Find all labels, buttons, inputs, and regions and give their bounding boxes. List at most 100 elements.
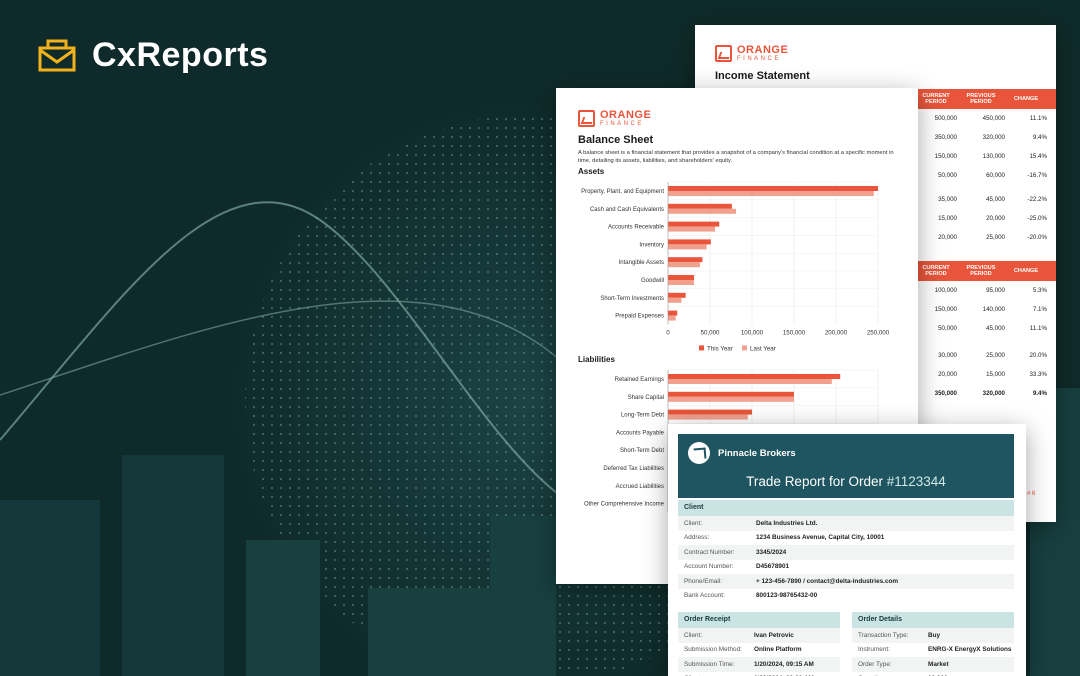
change-value: 9.4%: [1032, 134, 1047, 141]
bar-last-year: [668, 280, 695, 285]
bar-this-year: [668, 186, 878, 191]
detail-row: Transaction Type: Buy: [852, 628, 1014, 643]
income-row: 15,000 20,000 -25.0%: [915, 209, 1056, 228]
total-change: 9.4%: [1032, 390, 1047, 397]
category-label: Intangible Assets: [619, 260, 664, 266]
detail-label: Address:: [684, 534, 710, 542]
detail-value: Online Platform: [754, 646, 802, 654]
bar-this-year: [668, 203, 732, 209]
change-value: 33.3%: [1029, 371, 1047, 378]
income-row: 150,000 130,000 15.4%: [915, 147, 1056, 166]
previous-value: 45,000: [986, 196, 1005, 203]
category-label: Long-Term Debt: [621, 413, 664, 419]
detail-value: Delta Industries Ltd.: [756, 519, 818, 527]
detail-label: Transaction Type:: [858, 631, 909, 639]
income-table-1: CURRENT PERIOD PREVIOUS PERIOD CHANGE 50…: [915, 89, 1056, 247]
bar-last-year: [668, 379, 832, 384]
category-label: Inventory: [639, 242, 664, 248]
income-row: 30,000 25,000 20.0%: [915, 346, 1056, 365]
detail-label: Submission Method:: [684, 646, 742, 654]
income-table-header: CURRENT PERIOD PREVIOUS PERIOD CHANGE: [915, 261, 1056, 281]
logo-line1: ORANGE: [600, 109, 652, 121]
category-label: Accounts Receivable: [608, 225, 665, 231]
bar-this-year: [668, 275, 695, 280]
tick-label: 150,000: [783, 329, 806, 336]
detail-row: Contract Number: 3345/2024: [678, 545, 1014, 560]
previous-value: 130,000: [982, 153, 1005, 160]
detail-row: Account Number: D45678901: [678, 560, 1014, 575]
detail-value: Ivan Petrovic: [754, 631, 794, 639]
current-value: 15,000: [938, 215, 957, 222]
detail-row: Phone/Email: + 123-456-7890 / contact@del…: [678, 574, 1014, 589]
change-value: -20.0%: [1027, 234, 1047, 241]
order-number: #1123344: [886, 474, 946, 489]
bar-this-year: [668, 239, 711, 245]
assets-heading: Assets: [578, 167, 605, 176]
bar-last-year: [668, 315, 676, 321]
total-previous: 320,000: [982, 390, 1005, 397]
detail-value: Market: [928, 660, 949, 668]
detail-label: Client:: [684, 631, 703, 639]
income-row: 35,000 45,000 -22.2%: [915, 190, 1056, 209]
income-table-2: CURRENT PERIOD PREVIOUS PERIOD CHANGE 10…: [915, 261, 1056, 403]
category-label: Goodwill: [641, 278, 664, 284]
previous-value: 450,000: [982, 115, 1005, 122]
detail-label: Bank Account:: [684, 592, 725, 600]
detail-value: 800123-98765432-00: [756, 592, 818, 600]
page-mark: # 6: [1027, 491, 1036, 497]
orange-finance-logo: ORANGE FINANCE: [578, 110, 651, 127]
change-value: 20.0%: [1029, 352, 1047, 359]
detail-value: 1/20/2024, 09:15 AM: [754, 660, 814, 668]
current-value: 150,000: [934, 306, 957, 313]
current-value: 350,000: [934, 134, 957, 141]
trade-report-header: Pinnacle Brokers Trade Report for Order …: [678, 434, 1014, 498]
previous-value: 60,000: [986, 172, 1005, 179]
balance-title: Balance Sheet: [578, 134, 654, 146]
bar-this-year: [668, 292, 686, 298]
current-value: 20,000: [938, 234, 957, 241]
brand-name: CxReports: [92, 36, 269, 74]
total-current: 350,000: [934, 390, 957, 397]
detail-label: Submission Time:: [684, 660, 735, 668]
tick-label: 0: [666, 329, 670, 336]
detail-row: Quantity:10,000: [852, 672, 1014, 676]
header-previous: PREVIOUS PERIOD: [966, 264, 996, 277]
income-row: 20,000 25,000 -20.0%: [915, 228, 1056, 247]
detail-value: D45678901: [756, 563, 790, 571]
tick-label: 100,000: [741, 329, 764, 336]
trade-report-document: Pinnacle Brokers Trade Report for Order …: [668, 424, 1026, 676]
liabilities-heading: Liabilities: [578, 355, 615, 364]
detail-label: Order Type:: [858, 660, 892, 668]
logo-line2: FINANCE: [737, 56, 781, 62]
income-row: 100,000 95,000 5.3%: [915, 281, 1056, 300]
income-title: Income Statement: [715, 70, 810, 82]
category-label: Other Comprehensive Income: [584, 502, 665, 508]
client-section-heading: Client: [678, 500, 1014, 516]
current-value: 500,000: [934, 115, 957, 122]
category-label: Retained Earnings: [615, 377, 664, 383]
orange-finance-logo: ORANGE FINANCE: [715, 45, 788, 62]
bar-this-year: [668, 221, 720, 227]
previous-value: 95,000: [986, 287, 1005, 294]
previous-value: 320,000: [982, 134, 1005, 141]
assets-chart: 0 50,000 100,000 150,000 200,000 250,000 Prope…: [556, 180, 918, 360]
previous-value: 20,000: [986, 215, 1005, 222]
orange-finance-logo-icon: [715, 45, 732, 62]
previous-value: 25,000: [986, 234, 1005, 241]
detail-value: 3345/2024: [756, 548, 787, 556]
bar-last-year: [668, 191, 874, 196]
current-value: 150,000: [934, 153, 957, 160]
company-name: Pinnacle Brokers: [718, 447, 796, 459]
header-change: CHANGE: [1013, 95, 1039, 102]
bar-this-year: [668, 257, 703, 263]
current-value: 50,000: [938, 325, 957, 332]
current-value: 50,000: [938, 172, 957, 179]
header-change: CHANGE: [1013, 267, 1039, 274]
title-prefix: Trade Report for Order: [746, 474, 883, 489]
detail-row: Client: Ivan Petrovic: [678, 628, 840, 643]
detail-value: + 123-456-7890 / contact@delta-industrie…: [756, 577, 899, 585]
bar-last-year: [668, 226, 716, 232]
bar-this-year: [668, 374, 841, 379]
previous-value: 25,000: [986, 352, 1005, 359]
category-label: Accrued Liabilities: [616, 484, 664, 490]
